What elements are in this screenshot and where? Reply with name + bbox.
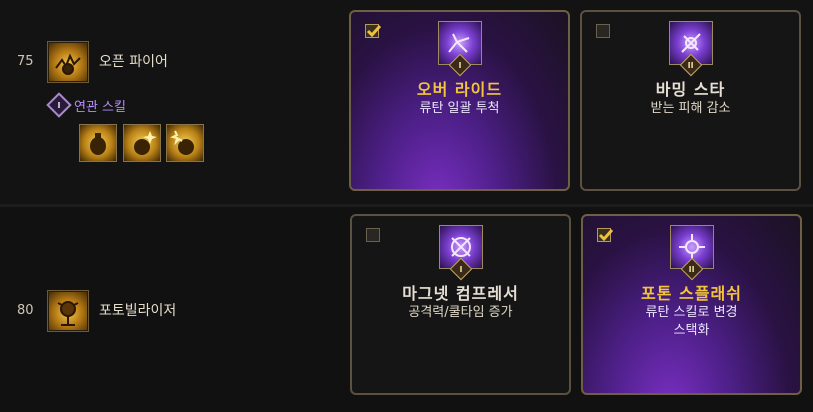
- tier-one-diamond-icon: I: [46, 92, 72, 118]
- tripod-title: 마그넷 컴프레서: [402, 284, 519, 303]
- photobilizer-skill-icon[interactable]: [47, 290, 89, 332]
- tripod-checkbox-checked[interactable]: [365, 24, 382, 38]
- tripod-card-bombing-star[interactable]: II 바밍 스타 받는 피해 감소: [580, 10, 801, 191]
- skill-name: 포토빌라이저: [99, 303, 177, 319]
- tripod-card-override[interactable]: I 오버 라이드 류탄 일괄 투척: [349, 10, 570, 191]
- tripod-title: 포톤 스플래쉬: [641, 284, 742, 303]
- related-skills-label: 연관 스킬: [74, 99, 126, 115]
- tripod-checkbox-unchecked[interactable]: [596, 24, 610, 38]
- grenade-burst-icon[interactable]: [166, 124, 204, 162]
- skill-level: 75: [17, 54, 34, 69]
- tripod-description: 받는 피해 감소: [650, 101, 731, 116]
- tripod-description: 류탄 일괄 투척: [419, 101, 500, 116]
- tripod-checkbox-unchecked[interactable]: [366, 228, 380, 242]
- open-fire-skill-icon[interactable]: [47, 41, 89, 83]
- tripod-card-photon-splash[interactable]: II 포톤 스플래쉬 류탄 스킬로 변경 스택화: [581, 214, 802, 395]
- grenade-spark-icon[interactable]: [123, 124, 161, 162]
- tripod-title: 오버 라이드: [416, 80, 503, 99]
- tripod-description: 공격력/쿨타임 증가: [408, 305, 513, 320]
- tripod-description: 류탄 스킬로 변경 스택화: [645, 305, 738, 338]
- tripod-card-magnet-compressor[interactable]: I 마그넷 컴프레서 공격력/쿨타임 증가: [350, 214, 571, 395]
- related-skills: I 연관 스킬: [46, 92, 126, 118]
- grenade-icon[interactable]: [79, 124, 117, 162]
- skill-name: 오픈 파이어: [99, 54, 168, 70]
- skill-level: 80: [17, 303, 34, 318]
- tripod-checkbox-checked[interactable]: [597, 228, 614, 242]
- tripod-title: 바밍 스타: [655, 80, 726, 99]
